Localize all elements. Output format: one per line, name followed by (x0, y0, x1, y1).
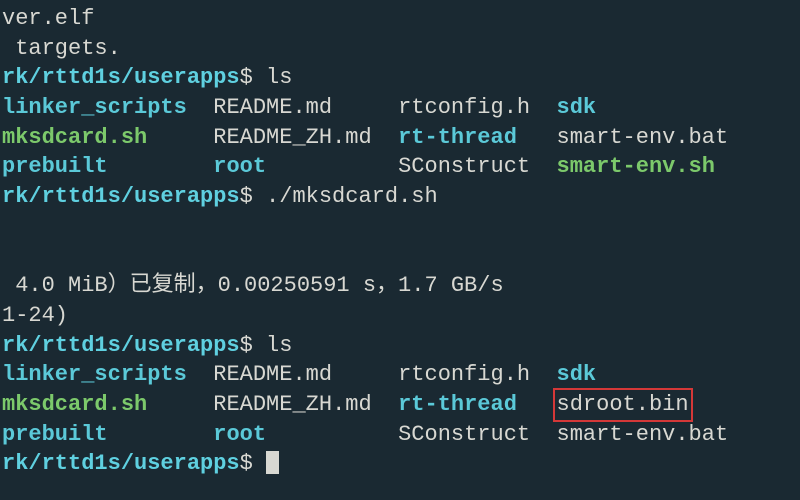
file-entry: README.md (213, 95, 332, 120)
highlighted-file: sdroot.bin (553, 388, 693, 422)
prompt-line: rk/rttd1s/userapps$ ls (2, 331, 798, 361)
dir-entry: prebuilt (2, 422, 108, 447)
file-entry: smart-env.bat (557, 125, 729, 150)
ls-row: linker_scripts README.md rtconfig.h sdk (2, 93, 798, 123)
dir-entry: prebuilt (2, 154, 108, 179)
prompt-sigil: $ (240, 333, 253, 358)
exec-entry: mksdcard.sh (2, 392, 147, 417)
file-entry: SConstruct (398, 422, 530, 447)
dir-entry: rt-thread (398, 125, 517, 150)
file-entry: rtconfig.h (398, 95, 530, 120)
file-entry: SConstruct (398, 154, 530, 179)
prompt-path: rk/rttd1s/userapps (2, 333, 240, 358)
blank-line (2, 242, 798, 272)
file-entry: sdroot.bin (557, 392, 689, 417)
command: ./mksdcard.sh (253, 184, 438, 209)
exec-entry: smart-env.sh (557, 154, 715, 179)
ls-row: linker_scripts README.md rtconfig.h sdk (2, 360, 798, 390)
dir-entry: root (213, 154, 266, 179)
prompt-path: rk/rttd1s/userapps (2, 65, 240, 90)
prompt-sigil: $ (240, 184, 253, 209)
ls-row: mksdcard.sh README_ZH.md rt-thread sdroo… (2, 390, 798, 420)
file-entry: README_ZH.md (213, 392, 371, 417)
file-entry: rtconfig.h (398, 362, 530, 387)
prompt-sigil: $ (240, 65, 253, 90)
output-line: ver.elf (2, 4, 798, 34)
file-entry: smart-env.bat (557, 422, 729, 447)
file-entry: README_ZH.md (213, 125, 371, 150)
dir-entry: rt-thread (398, 392, 517, 417)
prompt-line: rk/rttd1s/userapps$ ls (2, 63, 798, 93)
prompt-line[interactable]: rk/rttd1s/userapps$ (2, 449, 798, 479)
output-line: 1-24) (2, 301, 798, 331)
prompt-path: rk/rttd1s/userapps (2, 184, 240, 209)
command: ls (253, 333, 293, 358)
output-line: targets. (2, 34, 798, 64)
dir-entry: linker_scripts (2, 362, 187, 387)
cursor (266, 451, 279, 474)
dir-entry: sdk (557, 362, 597, 387)
dir-entry: linker_scripts (2, 95, 187, 120)
blank-line (2, 212, 798, 242)
ls-row: prebuilt root SConstruct smart-env.sh (2, 152, 798, 182)
output-line: 4.0 MiB）已复制，0.00250591 s，1.7 GB/s (2, 271, 798, 301)
file-entry: README.md (213, 362, 332, 387)
prompt-sigil: $ (240, 451, 253, 476)
ls-row: prebuilt root SConstruct smart-env.bat (2, 420, 798, 450)
dir-entry: root (213, 422, 266, 447)
dir-entry: sdk (557, 95, 597, 120)
prompt-line: rk/rttd1s/userapps$ ./mksdcard.sh (2, 182, 798, 212)
command: ls (253, 65, 293, 90)
prompt-path: rk/rttd1s/userapps (2, 451, 240, 476)
terminal-output: ver.elf targets. rk/rttd1s/userapps$ ls … (2, 4, 798, 479)
exec-entry: mksdcard.sh (2, 125, 147, 150)
ls-row: mksdcard.sh README_ZH.md rt-thread smart… (2, 123, 798, 153)
